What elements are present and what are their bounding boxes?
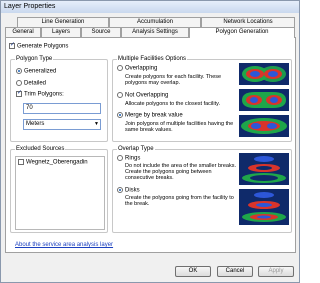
tab-row-2: General Layers Source Analysis Settings … [5, 27, 295, 38]
generate-polygons-label: Generate Polygons [17, 43, 69, 50]
tab-line-generation[interactable]: Line Generation [17, 17, 109, 27]
radio-generalized[interactable]: Generalized [16, 68, 56, 75]
radio-overlapping[interactable]: Overlapping [117, 65, 157, 72]
polygon-type-title: Polygon Type [15, 56, 54, 62]
tab-general[interactable]: General [5, 27, 41, 37]
radio-circle[interactable] [117, 92, 123, 98]
excluded-sources-group: Excluded Sources Wegnetz_Oberengadin [10, 146, 108, 233]
overlap-type-group: Overlap Type Rings Do not include the ar… [112, 146, 292, 233]
radio-detailed-label: Detailed [24, 80, 47, 87]
radio-circle[interactable] [16, 68, 22, 74]
tab-source[interactable]: Source [81, 27, 121, 37]
radio-merge-label: Merge by break value [125, 112, 183, 119]
polygon-generation-panel: Generate Polygons Polygon Type Generaliz… [5, 37, 296, 253]
radio-circle[interactable] [16, 80, 22, 86]
overlap-type-title: Overlap Type [117, 146, 155, 152]
radio-not-overlapping-label: Not Overlapping [125, 92, 169, 99]
tab-network-locations[interactable]: Network Locations [201, 17, 295, 27]
checkbox-box[interactable] [16, 89, 22, 98]
radio-not-overlapping[interactable]: Not Overlapping [117, 92, 168, 99]
title-bar: Layer Properties [1, 1, 299, 13]
merge-description: Join polygons of multiple facilities hav… [125, 121, 234, 133]
disks-description: Create the polygons going from the facil… [125, 195, 234, 207]
excluded-sources-title: Excluded Sources [15, 146, 66, 152]
radio-disks[interactable]: Disks [117, 187, 140, 194]
multiple-facilities-group: Multiple Facilities Options Overlapping … [112, 56, 292, 142]
ok-button[interactable]: OK [175, 266, 211, 277]
trim-polygons-checkbox[interactable]: Trim Polygons: [16, 89, 64, 98]
radio-overlapping-label: Overlapping [125, 65, 158, 72]
radio-circle[interactable] [117, 112, 123, 118]
tab-analysis-settings[interactable]: Analysis Settings [121, 27, 189, 37]
rings-thumbnail [239, 153, 289, 185]
radio-circle[interactable] [117, 187, 123, 193]
radio-detailed[interactable]: Detailed [16, 80, 46, 87]
cancel-button[interactable]: Cancel [217, 266, 253, 277]
not-overlapping-description: Allocate polygons to the closest facilit… [125, 101, 220, 107]
multiple-facilities-title: Multiple Facilities Options [117, 56, 188, 62]
polygon-type-group: Polygon Type Generalized Detailed Trim P… [10, 56, 108, 142]
trim-distance-input[interactable]: 70 [23, 103, 101, 114]
excluded-source-label: Wegnetz_Oberengadin [26, 159, 88, 166]
radio-rings[interactable]: Rings [117, 155, 140, 162]
generate-polygons-checkbox[interactable]: Generate Polygons [9, 41, 69, 50]
checkbox-box[interactable] [18, 159, 24, 165]
radio-merge-by-break[interactable]: Merge by break value [117, 112, 183, 119]
radio-disks-label: Disks [125, 187, 140, 194]
radio-circle[interactable] [117, 65, 123, 71]
overlapping-description: Create polygons for each facility. These… [125, 74, 222, 86]
disks-thumbnail [239, 189, 289, 225]
about-service-area-link[interactable]: About the service area analysis layer [15, 242, 113, 248]
excluded-sources-list[interactable]: Wegnetz_Oberengadin [15, 156, 105, 230]
apply-button[interactable]: Apply [258, 266, 294, 277]
overlapping-thumbnail [239, 63, 289, 85]
tab-row-1: Line Generation Accumulation Network Loc… [17, 17, 295, 27]
layer-properties-dialog: Layer Properties Line Generation Accumul… [0, 0, 300, 283]
tab-accumulation[interactable]: Accumulation [109, 17, 201, 27]
trim-unit-select[interactable]: Meters ▼ [23, 119, 101, 130]
window-title: Layer Properties [4, 3, 56, 10]
trim-unit-value: Meters [26, 121, 45, 127]
merge-thumbnail [239, 115, 289, 137]
checkbox-box[interactable] [9, 41, 15, 50]
radio-rings-label: Rings [125, 155, 141, 162]
chevron-down-icon[interactable]: ▼ [94, 120, 99, 129]
list-item[interactable]: Wegnetz_Oberengadin [18, 159, 88, 166]
radio-circle[interactable] [117, 155, 123, 161]
rings-description: Do not include the area of the smaller b… [125, 163, 236, 181]
tab-polygon-generation[interactable]: Polygon Generation [189, 27, 295, 38]
not-overlapping-thumbnail [239, 89, 289, 111]
tab-layers[interactable]: Layers [41, 27, 81, 37]
radio-generalized-label: Generalized [24, 68, 57, 75]
trim-polygons-label: Trim Polygons: [24, 91, 64, 98]
